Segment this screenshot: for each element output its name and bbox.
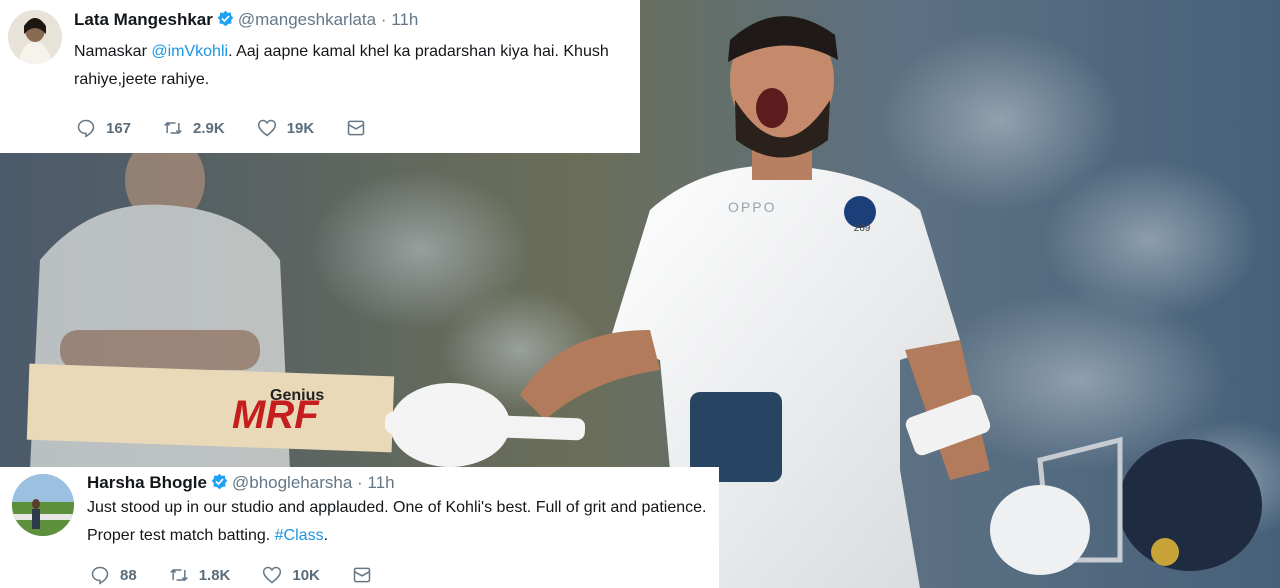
reply-button[interactable]: 167 (76, 118, 131, 138)
verified-icon (211, 473, 228, 490)
timestamp[interactable]: 11h (391, 10, 418, 29)
tweet-header: Lata Mangeshkar @mangeshkarlata · 11h (74, 10, 418, 30)
author-handle[interactable]: @bhogleharsha (232, 473, 352, 492)
envelope-icon (353, 567, 371, 583)
retweet-count: 1.8K (198, 566, 231, 584)
text-after: . (323, 527, 329, 544)
avatar[interactable] (8, 10, 62, 64)
reply-button[interactable]: 88 (90, 565, 137, 585)
tweet-header: Harsha Bhogle @bhogleharsha · 11h (87, 473, 395, 493)
heart-icon (263, 566, 282, 584)
mention-link[interactable]: @imVkohli (151, 43, 228, 60)
like-button[interactable]: 19K (257, 118, 315, 138)
svg-text:OPPO: OPPO (728, 199, 776, 215)
tweet-text: Just stood up in our studio and applaude… (87, 494, 717, 550)
avatar-image (8, 10, 62, 64)
reply-icon (77, 119, 95, 138)
author-name[interactable]: Harsha Bhogle (87, 473, 207, 492)
heart-icon (257, 119, 276, 137)
like-button[interactable]: 10K (262, 565, 320, 585)
svg-text:269: 269 (854, 223, 871, 234)
batting-glove (390, 383, 510, 467)
timestamp[interactable]: 11h (367, 473, 394, 492)
retweet-icon (164, 121, 182, 135)
tweet-card: Harsha Bhogle @bhogleharsha · 11h Just st… (0, 467, 719, 588)
author-name[interactable]: Lata Mangeshkar (74, 10, 213, 29)
tweet-text: Namaskar @imVkohli. Aaj aapne kamal khel… (74, 38, 634, 94)
retweet-button[interactable]: 2.9K (163, 118, 225, 138)
retweet-count: 2.9K (193, 119, 225, 137)
author-handle[interactable]: @mangeshkarlata (238, 10, 376, 29)
verified-icon (217, 10, 234, 27)
reply-count: 167 (106, 119, 132, 137)
like-count: 19K (286, 119, 315, 137)
text-before: Just stood up in our studio and applaude… (87, 499, 707, 544)
envelope-icon (348, 120, 365, 136)
direct-message-button[interactable] (346, 118, 376, 138)
like-count: 10K (292, 566, 320, 584)
separator-dot: · (357, 473, 363, 492)
text-before: Namaskar (74, 43, 152, 60)
hashtag-link[interactable]: #Class (275, 527, 324, 544)
reply-icon (91, 566, 109, 585)
retweet-button[interactable]: 1.8K (169, 565, 231, 585)
direct-message-button[interactable] (352, 565, 382, 585)
tweet-actions: 167 2.9K 19K (76, 118, 408, 138)
tweet-actions: 88 1.8K 10K (90, 565, 414, 585)
reply-count: 88 (120, 566, 137, 584)
separator-dot: · (380, 10, 387, 29)
tweet-card: Lata Mangeshkar @mangeshkarlata · 11h Nam… (0, 0, 640, 153)
svg-text:Genius: Genius (270, 387, 324, 404)
avatar-image (12, 474, 74, 536)
retweet-icon (169, 568, 188, 582)
avatar[interactable] (12, 474, 74, 536)
